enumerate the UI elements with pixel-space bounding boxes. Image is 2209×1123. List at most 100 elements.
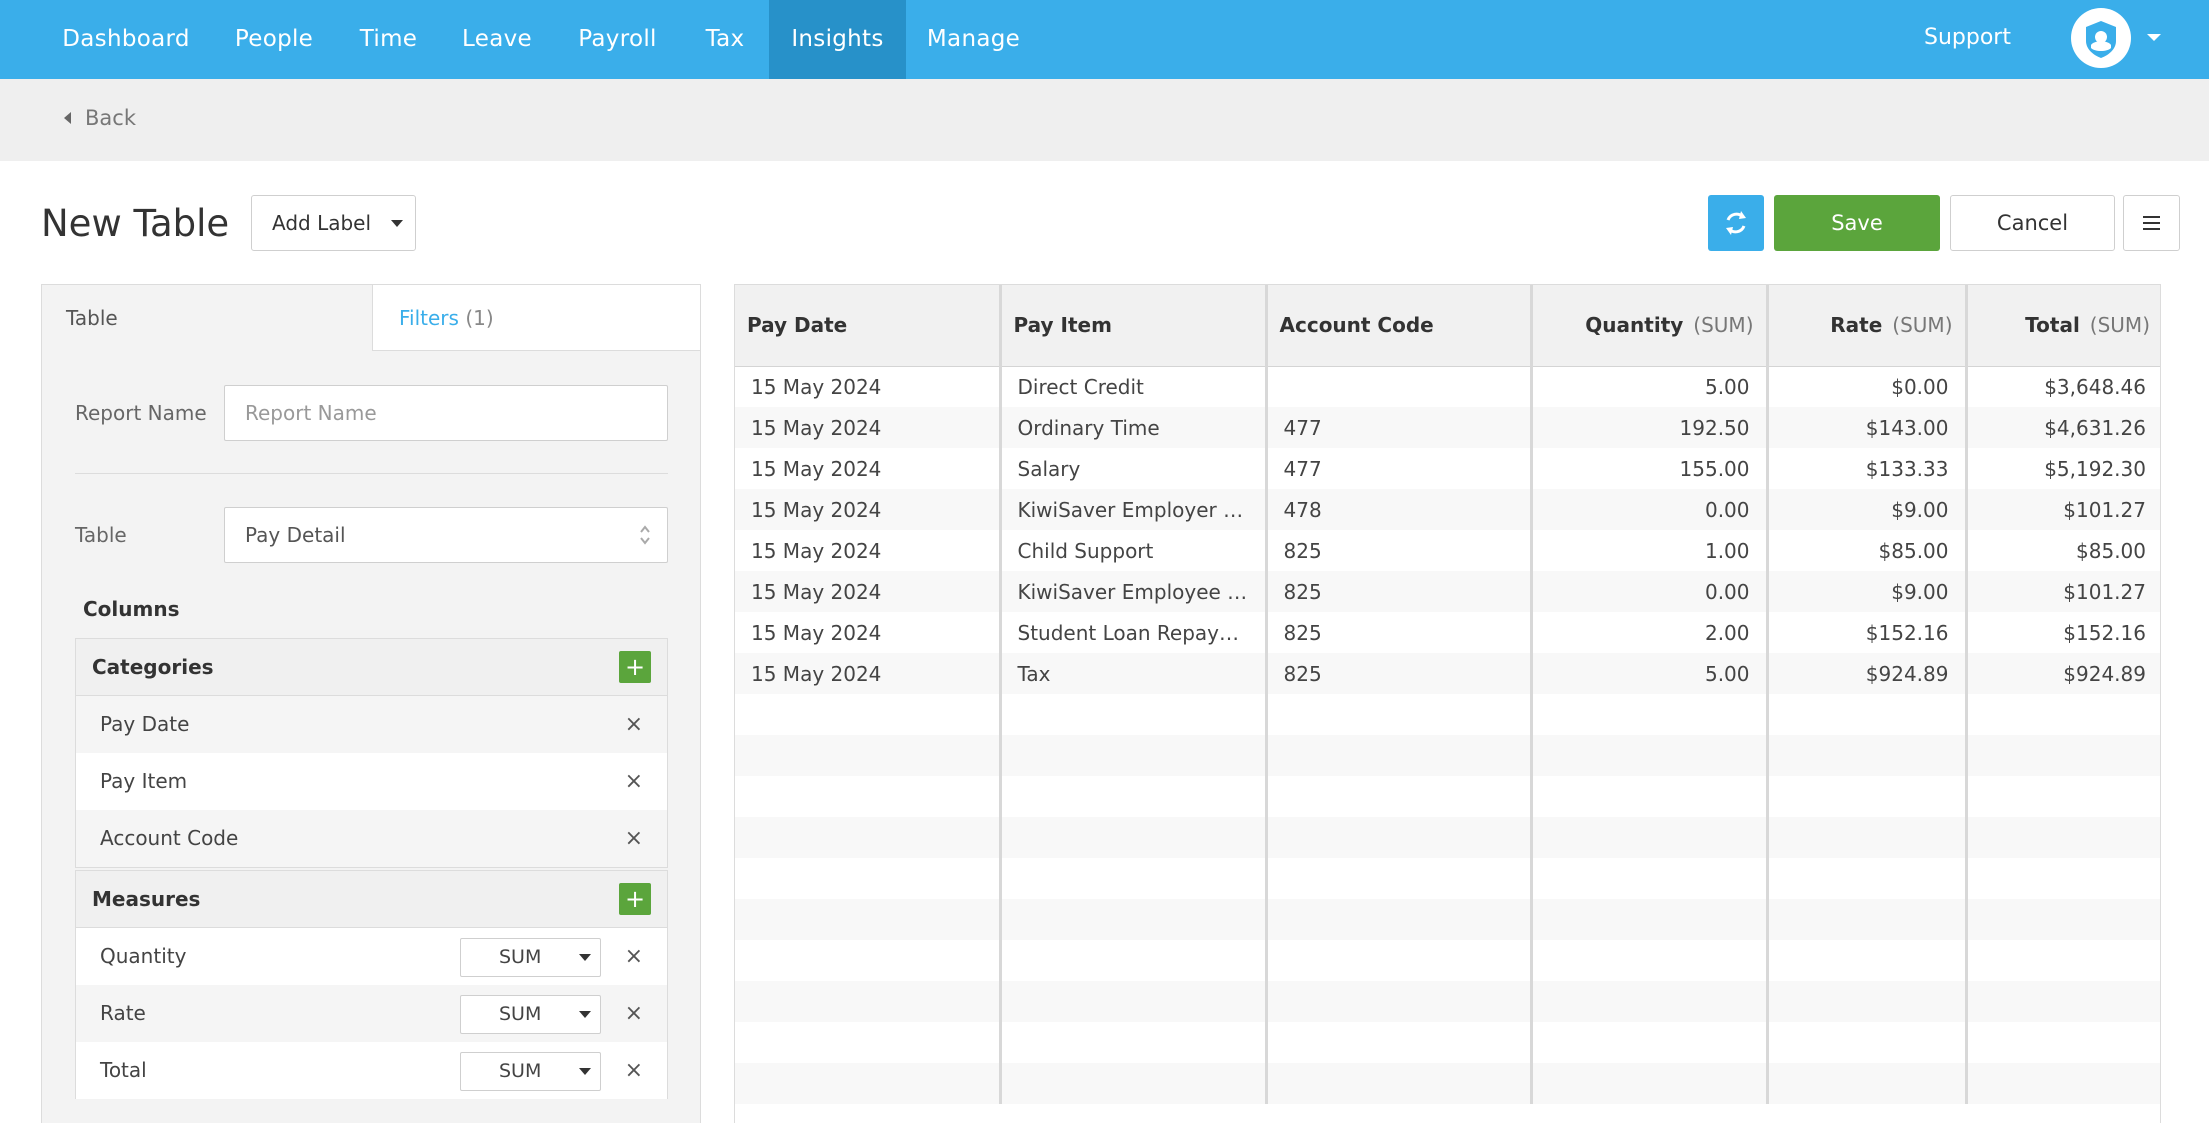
table-cell [735, 694, 1002, 735]
account-menu-chevron-icon[interactable] [2147, 34, 2161, 41]
refresh-button[interactable] [1708, 195, 1764, 251]
table-cell: Salary [1000, 448, 1268, 489]
table-cell [1531, 817, 1769, 858]
column-header[interactable]: Pay Item [1000, 285, 1268, 367]
table-cell [1767, 858, 1968, 899]
table-cell [1966, 1063, 2160, 1104]
close-icon[interactable]: × [625, 696, 643, 753]
table-cell [1531, 940, 1769, 981]
nav-people[interactable]: People [211, 0, 337, 79]
avatar[interactable] [2071, 8, 2131, 68]
table-cell: KiwiSaver Employer Co... [1000, 489, 1268, 530]
report-config-panel: Table Filters (1) Report Name Table Pay … [41, 284, 701, 1123]
column-header-label: Rate [1830, 313, 1883, 338]
table-cell [1531, 694, 1769, 735]
back-link[interactable]: Back [64, 106, 136, 130]
column-header[interactable]: Quantity (SUM) [1531, 285, 1769, 367]
nav-leave[interactable]: Leave [440, 0, 554, 79]
table-cell [1266, 735, 1533, 776]
nav-insights[interactable]: Insights [769, 0, 906, 79]
close-icon[interactable]: × [625, 1042, 643, 1099]
table-cell [1966, 940, 2160, 981]
table-cell: 15 May 2024 [735, 366, 1002, 407]
empty-table-row [735, 817, 2160, 858]
aggregation-select[interactable]: SUM [460, 995, 601, 1034]
measure-item: Quantity SUM × [76, 928, 667, 985]
save-button[interactable]: Save [1774, 195, 1940, 251]
top-nav: Dashboard People Time Leave Payroll Tax … [0, 0, 2209, 79]
table-cell [1266, 776, 1533, 817]
close-icon[interactable]: × [625, 928, 643, 985]
columns-heading: Columns [83, 597, 180, 621]
category-item: Pay Item × [76, 753, 667, 810]
table-cell [1266, 981, 1533, 1022]
aggregation-select[interactable]: SUM [460, 1052, 601, 1091]
measure-item: Rate SUM × [76, 985, 667, 1042]
column-header[interactable]: Rate (SUM) [1767, 285, 1968, 367]
aggregation-select[interactable]: SUM [460, 938, 601, 977]
table-cell [1266, 817, 1533, 858]
table-cell: Direct Credit [1000, 366, 1268, 407]
data-table: Pay Date Pay Item Account Code Quantity (SUM… [735, 285, 2160, 1104]
caret-down-icon [391, 219, 404, 227]
table-select-label: Table [75, 523, 127, 547]
table-cell [1767, 981, 1968, 1022]
categories-box: Categories + Pay Date × Pay Item × Accou… [75, 638, 668, 868]
add-category-button[interactable]: + [619, 651, 651, 683]
nav-dashboard[interactable]: Dashboard [41, 0, 211, 79]
table-cell: 15 May 2024 [735, 530, 1002, 571]
empty-table-row [735, 735, 2160, 776]
tab-table[interactable]: Table [42, 285, 372, 351]
tab-filters[interactable]: Filters (1) [372, 285, 700, 351]
caret-down-icon [579, 954, 591, 961]
table-select[interactable]: Pay Detail [224, 507, 668, 563]
measure-item: Total SUM × [76, 1042, 667, 1099]
cancel-button[interactable]: Cancel [1950, 195, 2115, 251]
table-cell [1531, 1022, 1769, 1063]
support-link[interactable]: Support [1924, 0, 2011, 79]
table-cell [1000, 981, 1268, 1022]
empty-table-row [735, 858, 2160, 899]
category-label: Pay Item [100, 769, 188, 793]
table-cell: $152.16 [2063, 620, 2146, 645]
column-header[interactable]: Pay Date [735, 285, 1002, 367]
table-cell: $9.00 [1767, 571, 1968, 612]
nav-tax[interactable]: Tax [681, 0, 769, 79]
categories-heading: Categories [92, 655, 214, 679]
table-row: 15 May 2024 Salary 477 155.00 $133.33 $5,192.… [735, 448, 2160, 489]
nav-time[interactable]: Time [337, 0, 440, 79]
add-label-button[interactable]: Add Label [251, 195, 416, 251]
table-cell: $101.27 [1966, 571, 2160, 612]
nav-payroll[interactable]: Payroll [554, 0, 681, 79]
table-cell: 2.00 [1531, 612, 1769, 653]
empty-table-row [735, 899, 2160, 940]
table-header-row: Pay Date Pay Item Account Code Quantity (SUM… [735, 285, 2160, 367]
table-cell [1531, 981, 1769, 1022]
table-row: 15 May 2024 KiwiSaver Employer Co... 478 0.… [735, 489, 2160, 530]
table-cell [1966, 858, 2160, 899]
category-label: Pay Date [100, 712, 190, 736]
table-cell [1966, 694, 2160, 735]
more-menu-button[interactable] [2123, 195, 2180, 251]
add-measure-button[interactable]: + [619, 883, 651, 915]
column-header[interactable]: Total (SUM) [1966, 285, 2160, 367]
table-row: 15 May 2024 Direct Credit 5.00 $0.00 $3,648.… [735, 366, 2160, 407]
close-icon[interactable]: × [625, 753, 643, 810]
table-cell: KiwiSaver Employee D... [1000, 571, 1268, 612]
table-cell: $85.00 [1767, 530, 1968, 571]
close-icon[interactable]: × [625, 985, 643, 1042]
table-cell: 825 [1266, 612, 1533, 653]
close-icon[interactable]: × [625, 810, 643, 867]
table-cell: $133.33 [1767, 448, 1968, 489]
column-header[interactable]: Account Code [1266, 285, 1533, 367]
report-name-input[interactable] [224, 385, 668, 441]
user-shield-icon [2086, 21, 2116, 58]
table-cell [735, 735, 1002, 776]
caret-down-icon [579, 1011, 591, 1018]
table-cell [1767, 940, 1968, 981]
nav-manage[interactable]: Manage [906, 0, 1041, 79]
table-cell: 477 [1266, 407, 1533, 448]
table-cell [735, 981, 1002, 1022]
table-cell [735, 1063, 1002, 1104]
measures-heading: Measures [92, 887, 201, 911]
